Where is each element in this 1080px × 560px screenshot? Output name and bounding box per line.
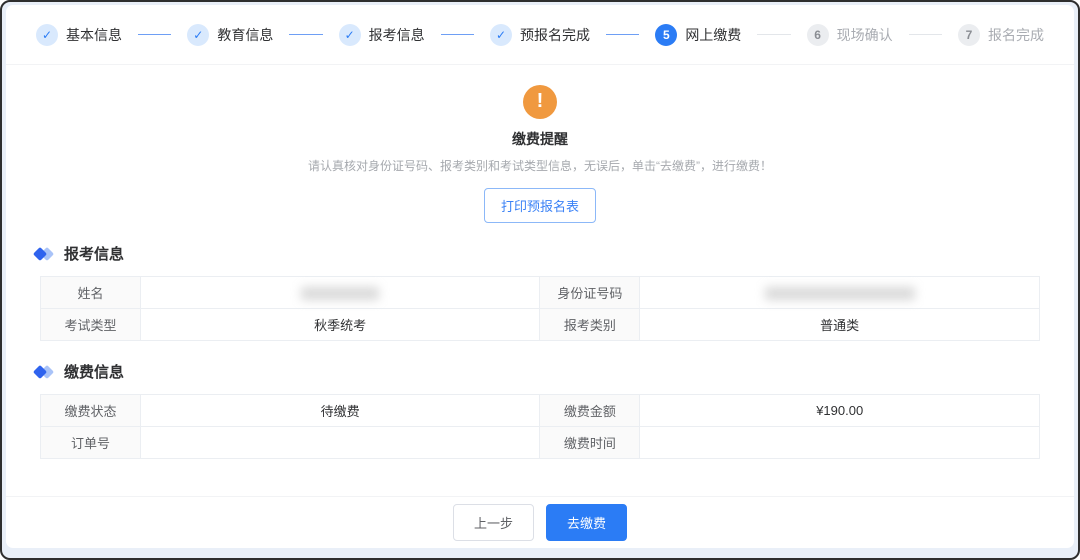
table-row: 缴费状态待缴费缴费金额¥190.00 xyxy=(41,395,1040,427)
check-icon: ✓ xyxy=(36,24,58,46)
step-connector xyxy=(757,34,790,35)
section-title: 缴费信息 xyxy=(64,361,124,382)
step-label: 报名完成 xyxy=(988,25,1044,45)
registration-page: ✓ 基本信息 ✓ 教育信息 ✓ 报考信息 ✓ 预报名完成 5 网上缴费 6 现场确认 7 报名完成 ! 缴… xyxy=(6,5,1074,548)
field-label: 身份证号码 xyxy=(540,277,640,309)
field-label: 报考类别 xyxy=(540,309,640,341)
diamond-icon xyxy=(34,247,56,261)
field-value: 普通类 xyxy=(640,309,1040,341)
table-row: 订单号 缴费时间 xyxy=(41,427,1040,459)
stepper-step-6: 6 现场确认 xyxy=(807,24,893,46)
field-value xyxy=(140,277,540,309)
main-content: ! 缴费提醒 请认真核对身份证号码、报考类别和考试类型信息，无误后，单击“去缴费… xyxy=(6,65,1074,496)
diamond-icon xyxy=(34,365,56,379)
stepper-step-3[interactable]: ✓ 报考信息 xyxy=(339,24,425,46)
section-header: 报考信息 xyxy=(6,243,1074,264)
table-row: 姓名 身份证号码 xyxy=(41,277,1040,309)
redacted-value xyxy=(765,287,915,300)
step-label: 报考信息 xyxy=(369,25,425,45)
check-icon: ✓ xyxy=(339,24,361,46)
field-value xyxy=(140,427,540,459)
payment-notice: ! 缴费提醒 请认真核对身份证号码、报考类别和考试类型信息，无误后，单击“去缴费… xyxy=(6,65,1074,223)
info-table: 姓名身份证号码考试类型秋季统考报考类别普通类 xyxy=(40,276,1040,341)
field-label: 缴费时间 xyxy=(540,427,640,459)
stepper-step-1[interactable]: ✓ 基本信息 xyxy=(36,24,122,46)
field-label: 考试类型 xyxy=(41,309,141,341)
redacted-value xyxy=(301,287,379,300)
check-icon: ✓ xyxy=(490,24,512,46)
field-label: 缴费金额 xyxy=(540,395,640,427)
stepper-step-4[interactable]: ✓ 预报名完成 xyxy=(490,24,590,46)
info-table: 缴费状态待缴费缴费金额¥190.00订单号缴费时间 xyxy=(40,394,1040,459)
footer-bar: 上一步 去缴费 xyxy=(6,496,1074,548)
stepper-step-5[interactable]: 5 网上缴费 xyxy=(655,24,741,46)
field-value: 秋季统考 xyxy=(140,309,540,341)
previous-step-button[interactable]: 上一步 xyxy=(453,504,534,541)
step-connector xyxy=(138,34,171,35)
print-preregistration-button[interactable]: 打印预报名表 xyxy=(484,188,596,223)
info-sections: 报考信息姓名身份证号码考试类型秋季统考报考类别普通类缴费信息缴费状态待缴费缴费金… xyxy=(6,243,1074,459)
step-label: 网上缴费 xyxy=(685,25,741,45)
step-connector xyxy=(909,34,942,35)
warning-icon: ! xyxy=(523,85,557,119)
step-number: 7 xyxy=(958,24,980,46)
field-label: 订单号 xyxy=(41,427,141,459)
step-label: 现场确认 xyxy=(837,25,893,45)
field-value xyxy=(640,277,1040,309)
check-icon: ✓ xyxy=(187,24,209,46)
field-label: 姓名 xyxy=(41,277,141,309)
wizard-stepper: ✓ 基本信息 ✓ 教育信息 ✓ 报考信息 ✓ 预报名完成 5 网上缴费 6 现场确认 7 报名完成 xyxy=(6,5,1074,65)
window-frame: ✓ 基本信息 ✓ 教育信息 ✓ 报考信息 ✓ 预报名完成 5 网上缴费 6 现场确认 7 报名完成 ! 缴… xyxy=(0,0,1080,560)
table-row: 考试类型秋季统考报考类别普通类 xyxy=(41,309,1040,341)
notice-title: 缴费提醒 xyxy=(6,129,1074,149)
step-connector xyxy=(289,34,322,35)
field-value: ¥190.00 xyxy=(640,395,1040,427)
section-header: 缴费信息 xyxy=(6,361,1074,382)
step-label: 基本信息 xyxy=(66,25,122,45)
field-value xyxy=(640,427,1040,459)
step-number: 6 xyxy=(807,24,829,46)
stepper-step-7: 7 报名完成 xyxy=(958,24,1044,46)
go-pay-button[interactable]: 去缴费 xyxy=(546,504,627,541)
step-connector xyxy=(606,34,639,35)
section-title: 报考信息 xyxy=(64,243,124,264)
step-number: 5 xyxy=(655,24,677,46)
notice-subtitle: 请认真核对身份证号码、报考类别和考试类型信息，无误后，单击“去缴费”，进行缴费！ xyxy=(6,157,1074,174)
stepper-step-2[interactable]: ✓ 教育信息 xyxy=(187,24,273,46)
step-label: 教育信息 xyxy=(217,25,273,45)
field-value: 待缴费 xyxy=(140,395,540,427)
field-label: 缴费状态 xyxy=(41,395,141,427)
step-connector xyxy=(441,34,474,35)
step-label: 预报名完成 xyxy=(520,25,590,45)
